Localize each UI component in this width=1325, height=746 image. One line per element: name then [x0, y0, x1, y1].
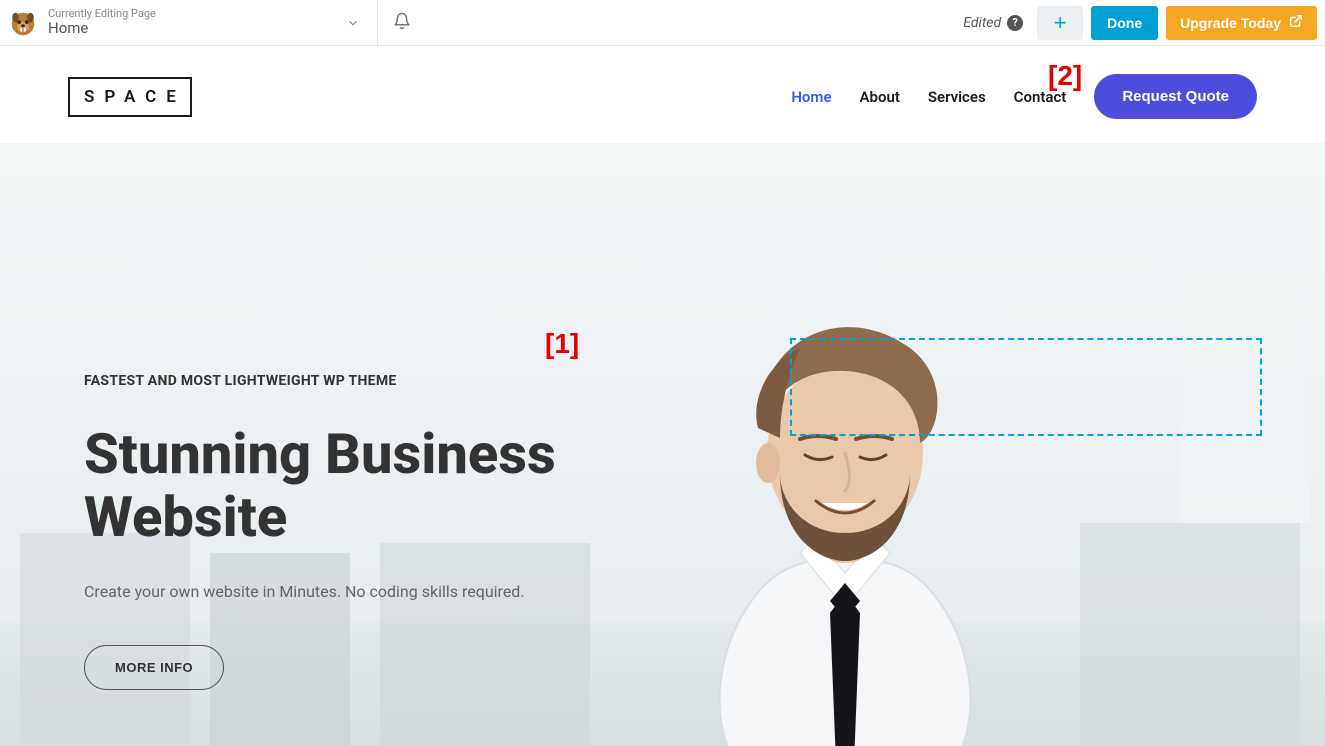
annotation-2: [2] [1048, 60, 1082, 92]
site-logo[interactable]: SPACE [68, 77, 192, 117]
chevron-down-icon[interactable] [339, 16, 367, 30]
more-info-button[interactable]: MORE INFO [84, 645, 224, 690]
site-nav: Home About Services Contact Request Quot… [791, 74, 1257, 119]
add-content-button[interactable]: + [1037, 6, 1083, 40]
page-switcher-value: Home [48, 20, 329, 37]
hero-section: FASTEST AND MOST LIGHTWEIGHT WP THEME St… [0, 143, 1325, 746]
done-button[interactable]: Done [1091, 6, 1158, 40]
annotation-1: [1] [545, 328, 579, 360]
notifications-button[interactable] [378, 0, 426, 45]
page-switcher-text: Currently Editing Page Home [48, 8, 329, 37]
hero-content: FASTEST AND MOST LIGHTWEIGHT WP THEME St… [84, 373, 724, 690]
page-switcher[interactable]: Currently Editing Page Home [0, 0, 378, 45]
upgrade-button[interactable]: Upgrade Today [1166, 6, 1317, 40]
page-canvas[interactable]: SPACE Home About Services Contact Reques… [0, 46, 1325, 746]
editor-actions: Edited ? + Done Upgrade Today [963, 0, 1325, 45]
site-header: SPACE Home About Services Contact Reques… [0, 46, 1325, 143]
column-drop-target[interactable] [790, 338, 1262, 436]
hero-headline: Stunning Business Website [84, 423, 724, 548]
nav-about[interactable]: About [860, 88, 900, 106]
help-icon[interactable]: ? [1007, 15, 1023, 31]
external-link-icon [1289, 14, 1303, 31]
edited-status: Edited ? [963, 15, 1023, 31]
beaver-builder-logo-icon [8, 8, 38, 38]
editor-top-bar: Currently Editing Page Home Edited ? + D… [0, 0, 1325, 46]
nav-services[interactable]: Services [928, 88, 986, 106]
nav-home[interactable]: Home [791, 88, 831, 106]
request-quote-button[interactable]: Request Quote [1094, 74, 1257, 119]
edited-status-text: Edited [963, 15, 1001, 31]
plus-icon: + [1054, 10, 1067, 36]
hero-subhead: Create your own website in Minutes. No c… [84, 582, 724, 601]
upgrade-button-label: Upgrade Today [1180, 15, 1281, 31]
hero-kicker: FASTEST AND MOST LIGHTWEIGHT WP THEME [84, 373, 724, 389]
bell-icon [393, 12, 411, 34]
page-switcher-label: Currently Editing Page [48, 8, 329, 20]
